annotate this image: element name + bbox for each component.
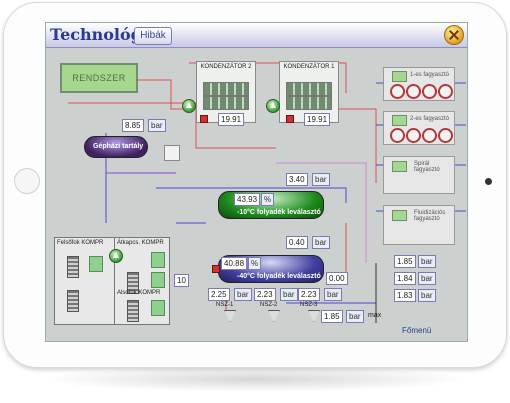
fan-icon <box>390 84 405 99</box>
compressor-upper-label: Felsőfok KOMPR <box>57 240 104 246</box>
condenser-2-label: KONDENZÁTOR 2 <box>200 64 252 70</box>
freezer-fluid-label: Fluidizációs fagyasztó <box>414 210 446 222</box>
alarm-indicator <box>200 115 208 123</box>
freezer-status-led <box>392 115 407 126</box>
counter-value: 10 <box>174 274 189 287</box>
fan-icon <box>422 128 437 143</box>
fan-icon <box>406 128 421 143</box>
condenser-1-label: KONDENZÁTOR 1 <box>283 64 335 70</box>
tank-minus-10-label: -10°C folyadék leválasztó <box>237 209 321 216</box>
pump-label: NSZ-1 <box>216 302 234 308</box>
freezer-1[interactable]: 1-es fagyasztó <box>383 67 455 101</box>
freezer-1-label: 1-es fagyasztó <box>410 72 450 78</box>
right-pressure-1: 1.85 <box>394 255 416 268</box>
condenser-grid <box>286 96 332 110</box>
condenser-2-pump-icon[interactable] <box>182 99 196 113</box>
system-status-display: RENDSZER <box>60 63 138 93</box>
max-label: max <box>368 312 382 319</box>
freezer-spiral-label: Spirál fagyasztó <box>414 161 440 173</box>
oil-tank[interactable]: Gépházi tartály <box>84 136 148 158</box>
condenser-grid <box>203 96 249 110</box>
alarm-indicator <box>212 265 220 273</box>
right-pressure-2: 1.84 <box>394 272 416 285</box>
condenser-2-value: 19.91 <box>218 113 245 126</box>
tank-minus-40-unit: % <box>248 257 262 270</box>
freezer-status-led <box>392 210 407 221</box>
compressor-status <box>151 272 165 288</box>
pump-label: NSZ-3 <box>300 302 318 308</box>
condenser-grid <box>203 82 249 96</box>
bottom-pressure-3-unit: bar <box>324 288 342 301</box>
pump-label: NSZ-2 <box>260 302 278 308</box>
max-pressure-unit: bar <box>346 310 364 323</box>
compressor-gauge <box>127 300 139 322</box>
compressor-pump-icon[interactable] <box>109 249 123 263</box>
compressor-status <box>151 300 165 316</box>
bottom-pressure-2: 2.23 <box>254 288 276 301</box>
freezer-fluid[interactable]: Fluidizációs fagyasztó <box>383 205 455 245</box>
pressure-000-value: 0.00 <box>326 272 348 285</box>
pressure-top-unit: bar <box>148 119 166 132</box>
fan-icon <box>390 128 405 143</box>
freezer-2[interactable]: 2-es fagyasztó <box>383 111 455 145</box>
fan-icon <box>406 84 421 99</box>
home-button[interactable] <box>14 168 40 194</box>
alarm-indicator <box>286 115 294 123</box>
compressor-alt-label: Átkapcs. KOMPR <box>117 240 164 246</box>
tank-minus-10-value: 43.93 <box>234 193 261 206</box>
tablet-shadow <box>40 366 470 392</box>
fan-icon <box>422 84 437 99</box>
max-pressure-value: 1.85 <box>321 310 343 323</box>
pressure-04-value: 0.40 <box>286 236 308 249</box>
bottom-pressure-2-unit: bar <box>280 288 298 301</box>
compressor-lower-label: Alsófok KOMPR <box>117 290 161 296</box>
pressure-3-value: 3.40 <box>286 173 308 186</box>
condenser-1-value: 19.91 <box>304 113 331 126</box>
camera-dot <box>485 178 492 185</box>
bottom-pressure-3: 2.23 <box>298 288 320 301</box>
tank-minus-40-value: 40.88 <box>221 257 248 270</box>
fan-icon <box>438 128 453 143</box>
fan-icon[interactable] <box>164 145 180 161</box>
bottom-pressure-1-unit: bar <box>234 288 252 301</box>
freezer-status-led <box>392 161 407 172</box>
pressure-top-value: 8.85 <box>122 119 144 132</box>
bottom-pressure-1: 2.25 <box>208 288 230 301</box>
compressor-status <box>89 256 103 272</box>
fan-icon <box>438 84 453 99</box>
right-pressure-3: 1.83 <box>394 289 416 302</box>
condenser-grid <box>286 82 332 96</box>
compressor-panel: Felsőfok KOMPR <box>54 237 116 325</box>
tank-minus-40-label: -40°C folyadék leválasztó <box>237 273 321 280</box>
freezer-status-led <box>392 71 407 82</box>
right-pressure-2-unit: bar <box>418 272 436 285</box>
compressor-gauge <box>67 290 79 312</box>
tank-minus-10-unit: % <box>261 193 275 206</box>
compressor-status <box>151 252 165 268</box>
compressor-gauge <box>67 256 79 278</box>
right-pressure-3-unit: bar <box>418 289 436 302</box>
freezer-spiral[interactable]: Spirál fagyasztó <box>383 156 455 194</box>
right-pressure-1-unit: bar <box>418 255 436 268</box>
pressure-3-unit: bar <box>312 173 330 186</box>
pressure-04-unit: bar <box>312 236 330 249</box>
main-menu-link[interactable]: Főmenü <box>402 326 431 335</box>
oil-tank-label: Gépházi tartály <box>93 143 144 150</box>
condenser-1-pump-icon[interactable] <box>266 99 280 113</box>
scada-screen: Technológia Hibák RENDSZER KONDENZÁTOR 2… <box>45 22 468 342</box>
freezer-2-label: 2-es fagyasztó <box>410 116 450 122</box>
compressor-alt-panel: Átkapcs. KOMPR Alsófok KOMPR <box>114 237 170 325</box>
